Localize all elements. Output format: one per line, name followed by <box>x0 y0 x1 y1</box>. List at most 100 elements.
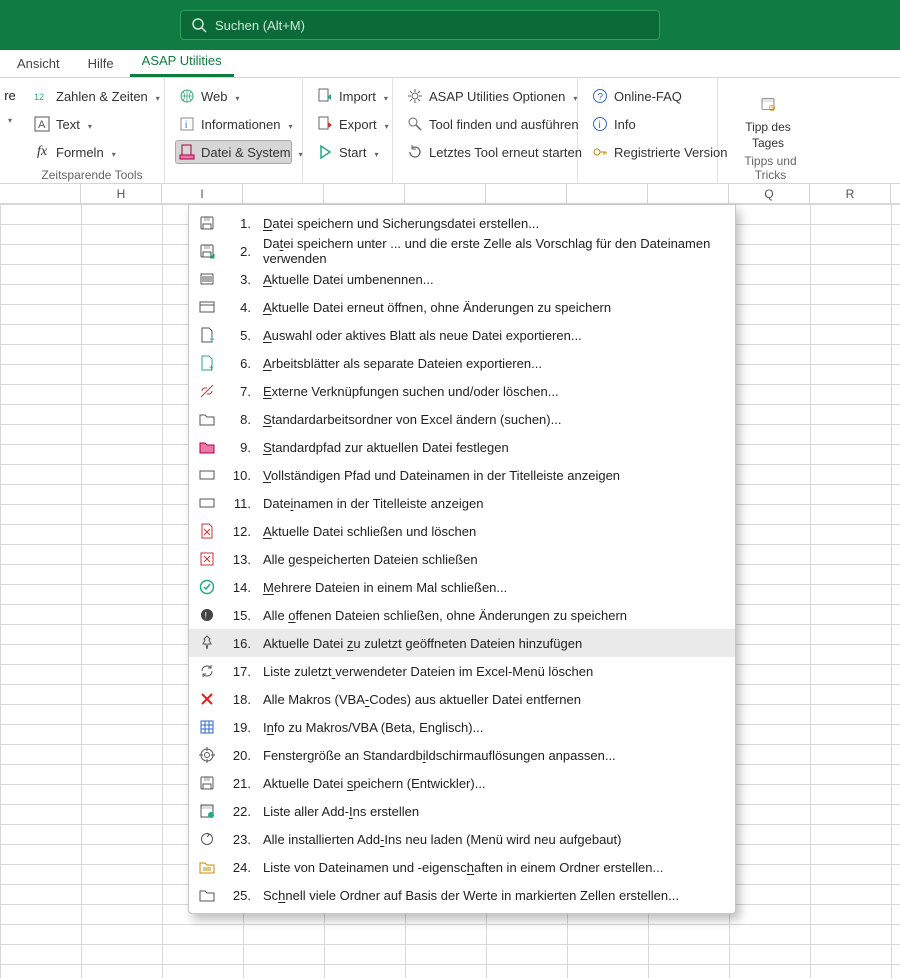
menu-item[interactable]: 9.Standardpfad zur aktuellen Datei festl… <box>189 433 735 461</box>
table-icon <box>197 717 217 737</box>
menu-item-number: 1. <box>229 216 251 231</box>
datei-system-button[interactable]: Datei & System <box>175 140 292 164</box>
folder-icon <box>197 409 217 429</box>
menu-item[interactable]: 17.Liste zuletzt verwendeter Dateien im … <box>189 657 735 685</box>
tab-ansicht[interactable]: Ansicht <box>5 52 72 77</box>
menu-item[interactable]: 14.Mehrere Dateien in einem Mal schließe… <box>189 573 735 601</box>
column-header[interactable]: R <box>810 184 891 203</box>
zahlen-zeiten-button[interactable]: 12 Zahlen & Zeiten <box>30 84 154 108</box>
search-input[interactable]: Suchen (Alt+M) <box>180 10 660 40</box>
menu-item-number: 24. <box>229 860 251 875</box>
menu-item-number: 2. <box>229 244 251 259</box>
ribbon-group-tipps: Tipp des Tages Tipps und Tricks <box>718 78 823 183</box>
menu-item-label: Aktuelle Datei umbenennen... <box>263 272 434 287</box>
column-header[interactable] <box>405 184 486 203</box>
calendar-icon <box>754 90 782 118</box>
web-button[interactable]: Web <box>175 84 292 108</box>
menu-item[interactable]: 25.Schnell viele Ordner auf Basis der We… <box>189 881 735 909</box>
column-header[interactable] <box>486 184 567 203</box>
menu-item[interactable]: 22.Liste aller Add-Ins erstellen <box>189 797 735 825</box>
menu-item-number: 13. <box>229 552 251 567</box>
menu-item-number: 19. <box>229 720 251 735</box>
start-button[interactable]: Start <box>313 140 382 164</box>
check-circle-icon <box>197 577 217 597</box>
column-header[interactable]: Q <box>729 184 810 203</box>
chevron-down-icon <box>110 145 116 160</box>
menu-item-number: 8. <box>229 412 251 427</box>
menu-item[interactable]: 24. Liste von Dateinamen und -eigenschaft… <box>189 853 735 881</box>
tab-hilfe[interactable]: Hilfe <box>76 52 126 77</box>
info-button[interactable]: i Info <box>588 112 707 136</box>
menu-item[interactable]: 1. Datei speichern und Sicherungsdatei er… <box>189 209 735 237</box>
menu-item[interactable]: 23.Alle installierten Add-Ins neu laden … <box>189 825 735 853</box>
tabs-row: Ansicht Hilfe ASAP Utilities <box>0 50 900 78</box>
overflow-label: re <box>4 88 16 103</box>
menu-item-number: 25. <box>229 888 251 903</box>
group-label: Tipps und Tricks <box>728 150 813 184</box>
online-faq-button[interactable]: ? Online-FAQ <box>588 84 707 108</box>
datei-system-menu: 1. Datei speichern und Sicherungsdatei er… <box>188 204 736 914</box>
menu-item-label: Datei speichern und Sicherungsdatei erst… <box>263 216 539 231</box>
menu-item[interactable]: 21.Aktuelle Datei speichern (Entwickler)… <box>189 769 735 797</box>
formeln-button[interactable]: fx Formeln <box>30 140 154 164</box>
column-header[interactable]: I <box>162 184 243 203</box>
column-header[interactable] <box>567 184 648 203</box>
formula-icon: fx <box>34 144 50 160</box>
menu-item[interactable]: 8. Standardarbeitsordner von Excel ändern… <box>189 405 735 433</box>
chevron-down-icon <box>382 89 388 104</box>
menu-item-number: 11. <box>229 496 251 511</box>
export-button[interactable]: Export <box>313 112 382 136</box>
column-header[interactable] <box>0 184 81 203</box>
menu-item-number: 7. <box>229 384 251 399</box>
column-header[interactable]: H <box>81 184 162 203</box>
column-header[interactable] <box>648 184 729 203</box>
chevron-down-icon <box>571 89 577 104</box>
link-break-icon <box>197 381 217 401</box>
menu-item[interactable]: 7.Externe Verknüpfungen suchen und/oder … <box>189 377 735 405</box>
menu-item[interactable]: 15.Alle offenen Dateien schließen, ohne … <box>189 601 735 629</box>
menu-item[interactable]: 2.Datei speichern unter ... und die erst… <box>189 237 735 265</box>
menu-item[interactable]: 18.Alle Makros (VBA-Codes) aus aktueller… <box>189 685 735 713</box>
menu-item[interactable]: 5.Auswahl oder aktives Blatt als neue Da… <box>189 321 735 349</box>
menu-item[interactable]: 20.Fenstergröße an Standardbildschirmauf… <box>189 741 735 769</box>
menu-item-label: Aktuelle Datei zu zuletzt geöffneten Dat… <box>263 636 582 651</box>
menu-item-label: Aktuelle Datei erneut öffnen, ohne Änder… <box>263 300 611 315</box>
menu-item-number: 15. <box>229 608 251 623</box>
tab-asap-utilities[interactable]: ASAP Utilities <box>130 49 234 77</box>
optionen-button[interactable]: ASAP Utilities Optionen <box>403 84 567 108</box>
tool-finden-button[interactable]: Tool finden und ausführen <box>403 112 567 136</box>
chevron-down-icon <box>86 117 92 132</box>
column-header[interactable] <box>324 184 405 203</box>
menu-item-number: 14. <box>229 580 251 595</box>
tipp-des-tages-button[interactable]: Tipp des Tages <box>728 84 808 150</box>
menu-item[interactable]: 13.Alle gespeicherten Dateien schließen <box>189 545 735 573</box>
column-header[interactable] <box>243 184 324 203</box>
informationen-button[interactable]: i Informationen <box>175 112 292 136</box>
barcode-icon <box>197 269 217 289</box>
menu-item-label: Standardarbeitsordner von Excel ändern (… <box>263 412 561 427</box>
ribbon-overflow-left[interactable]: re <box>0 78 20 183</box>
menu-item-number: 18. <box>229 692 251 707</box>
menu-item[interactable]: 11.Dateinamen in der Titelleiste anzeige… <box>189 489 735 517</box>
file-system-icon <box>179 144 195 160</box>
letztes-tool-button[interactable]: Letztes Tool erneut starten <box>403 140 567 164</box>
menu-item[interactable]: 4.Aktuelle Datei erneut öffnen, ohne Änd… <box>189 293 735 321</box>
chevron-down-icon <box>234 89 240 104</box>
save-as-icon <box>197 241 217 261</box>
menu-item[interactable]: 19.Info zu Makros/VBA (Beta, Englisch)..… <box>189 713 735 741</box>
registrierte-version-button[interactable]: Registrierte Version <box>588 140 707 164</box>
menu-item[interactable]: 10.Vollständigen Pfad und Dateinamen in … <box>189 461 735 489</box>
menu-item[interactable]: 16.Aktuelle Datei zu zuletzt geöffneten … <box>189 629 735 657</box>
import-icon <box>317 88 333 104</box>
import-button[interactable]: Import <box>313 84 382 108</box>
play-icon <box>317 144 333 160</box>
menu-item[interactable]: 3.Aktuelle Datei umbenennen... <box>189 265 735 293</box>
worksheet-grid[interactable]: 1. Datei speichern und Sicherungsdatei er… <box>0 204 900 978</box>
menu-item[interactable]: 12.Aktuelle Datei schließen und löschen <box>189 517 735 545</box>
numbers-icon: 12 <box>34 88 50 104</box>
text-button[interactable]: A Text <box>30 112 154 136</box>
addin-icon <box>197 801 217 821</box>
menu-item-label: Liste von Dateinamen und -eigenschaften … <box>263 860 663 875</box>
x-red-icon <box>197 689 217 709</box>
menu-item[interactable]: 6.Arbeitsblätter als separate Dateien ex… <box>189 349 735 377</box>
